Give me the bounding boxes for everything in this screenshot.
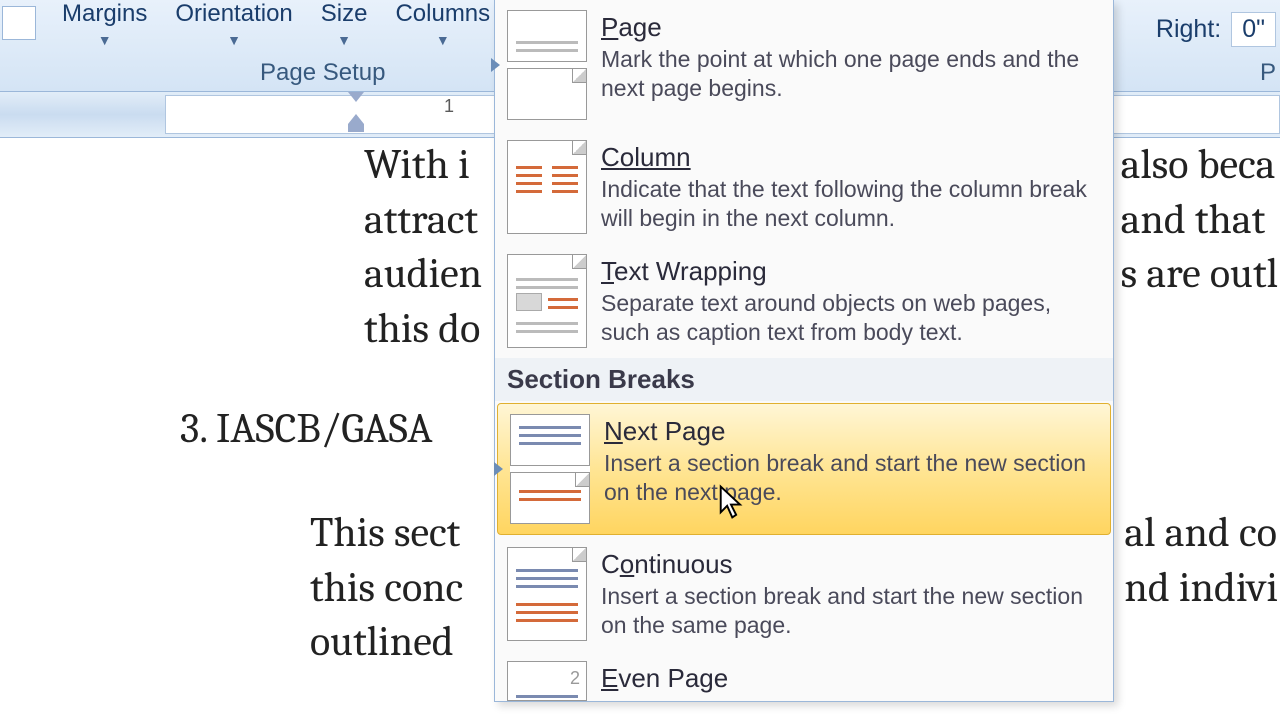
menu-title: Column bbox=[601, 142, 1101, 173]
size-label: Size bbox=[321, 0, 368, 28]
even-page-icon: 2 bbox=[507, 661, 587, 701]
doc-text: and that bbox=[1121, 193, 1278, 248]
doc-text: nd indivi bbox=[1124, 561, 1278, 616]
paragraph-group-hint: P bbox=[1260, 59, 1276, 87]
menu-title: Even Page bbox=[601, 663, 1101, 694]
menu-title: Text Wrapping bbox=[601, 256, 1101, 287]
breaks-menu: Page Mark the point at which one page en… bbox=[494, 0, 1114, 702]
menu-item-column-break[interactable]: Column Indicate that the text following … bbox=[495, 130, 1113, 244]
menu-desc: Insert a section break and start the new… bbox=[604, 449, 1098, 507]
doc-text: s are outl bbox=[1121, 247, 1278, 302]
menu-arrow-icon bbox=[494, 462, 503, 476]
menu-title: Next Page bbox=[604, 416, 1098, 447]
columns-button[interactable]: Columns ▼ bbox=[381, 0, 504, 48]
menu-item-text-wrapping[interactable]: Text Wrapping Separate text around objec… bbox=[495, 244, 1113, 358]
menu-item-page-break[interactable]: Page Mark the point at which one page en… bbox=[495, 0, 1113, 130]
page-break-icon bbox=[507, 10, 587, 120]
chevron-down-icon: ▼ bbox=[227, 32, 241, 48]
margins-label: Margins bbox=[62, 0, 147, 28]
indent-right-control[interactable]: Right: 0" bbox=[1156, 12, 1276, 47]
themes-icon[interactable] bbox=[2, 6, 36, 40]
size-button[interactable]: Size ▼ bbox=[307, 0, 382, 48]
columns-label: Columns bbox=[395, 0, 490, 28]
doc-heading: 3. IASCB/GASA bbox=[180, 402, 433, 457]
column-break-icon bbox=[507, 140, 587, 234]
text-wrapping-icon bbox=[507, 254, 587, 348]
indent-right-value[interactable]: 0" bbox=[1231, 12, 1276, 47]
menu-arrow-icon bbox=[491, 58, 500, 72]
doc-text: al and co bbox=[1124, 506, 1278, 561]
menu-item-even-page[interactable]: 2 Even Page bbox=[495, 651, 1113, 701]
menu-desc: Separate text around objects on web page… bbox=[601, 289, 1101, 347]
margins-button[interactable]: Margins ▼ bbox=[48, 0, 161, 48]
ruler-tick-1: 1 bbox=[444, 96, 454, 117]
menu-title: Continuous bbox=[601, 549, 1101, 580]
ribbon-group-label: Page Setup bbox=[260, 59, 385, 87]
menu-item-continuous[interactable]: Continuous Insert a section break and st… bbox=[495, 537, 1113, 651]
menu-item-next-page[interactable]: Next Page Insert a section break and sta… bbox=[497, 403, 1111, 535]
menu-desc: Indicate that the text following the col… bbox=[601, 175, 1101, 233]
orientation-label: Orientation bbox=[175, 0, 292, 28]
menu-desc: Insert a section break and start the new… bbox=[601, 582, 1101, 640]
chevron-down-icon: ▼ bbox=[436, 32, 450, 48]
orientation-button[interactable]: Orientation ▼ bbox=[161, 0, 306, 48]
doc-text: also beca bbox=[1121, 138, 1278, 193]
continuous-icon bbox=[507, 547, 587, 641]
chevron-down-icon: ▼ bbox=[98, 32, 112, 48]
indent-right-label: Right: bbox=[1156, 15, 1221, 44]
chevron-down-icon: ▼ bbox=[337, 32, 351, 48]
next-page-icon bbox=[510, 414, 590, 524]
menu-section-header: Section Breaks bbox=[495, 358, 1113, 401]
menu-desc: Mark the point at which one page ends an… bbox=[601, 45, 1101, 103]
